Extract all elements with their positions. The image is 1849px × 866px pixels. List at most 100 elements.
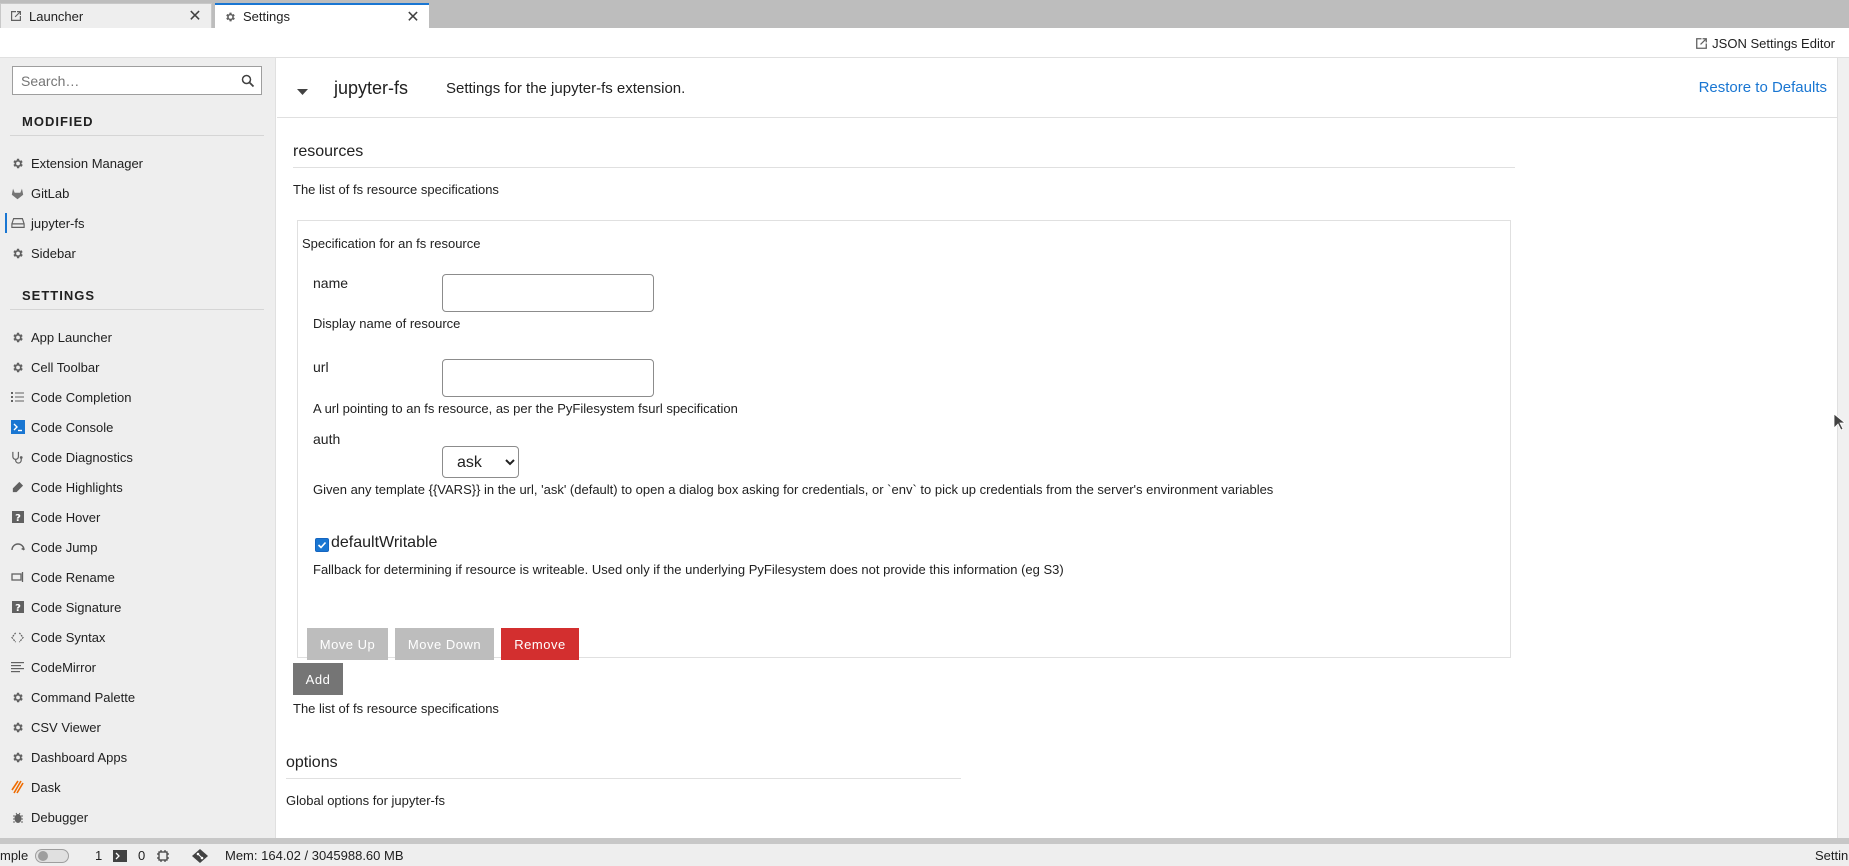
question-icon: ? (10, 510, 25, 525)
add-button[interactable]: Add (293, 663, 343, 695)
field-title-resources: resources (293, 143, 364, 160)
close-icon[interactable]: ✕ (187, 8, 203, 25)
move-down-button[interactable]: Move Down (395, 628, 494, 660)
sidebar-item-label: Code Highlights (31, 479, 123, 495)
sidebar-item-code-diagnostics[interactable]: Code Diagnostics (0, 443, 275, 471)
mouse-cursor-icon (1833, 413, 1847, 434)
tab-settings[interactable]: Settings ✕ (215, 3, 429, 28)
field-description: The list of fs resource specifications (293, 182, 499, 197)
sidebar-item-dask[interactable]: Dask (0, 773, 275, 801)
sidebar-item-code-jump[interactable]: Code Jump (0, 533, 275, 561)
plugin-header: jupyter-fs Settings for the jupyter-fs e… (277, 58, 1837, 118)
gear-icon (10, 690, 25, 705)
sidebar-item-label: CSV Viewer (31, 719, 101, 735)
section-heading-modified: MODIFIED (22, 114, 94, 129)
memory-usage: Mem: 164.02 / 3045988.60 MB (225, 848, 404, 863)
search-input[interactable] (13, 67, 233, 94)
sidebar-item-codemirror[interactable]: CodeMirror (0, 653, 275, 681)
sidebar-item-code-hover[interactable]: ? Code Hover (0, 503, 275, 531)
sidebar-item-csv-viewer[interactable]: CSV Viewer (0, 713, 275, 741)
gear-icon (10, 156, 25, 171)
simple-mode-toggle[interactable] (35, 849, 69, 863)
vertical-scrollbar[interactable] (1837, 58, 1849, 838)
question-icon: ? (10, 600, 25, 615)
default-writable-checkbox[interactable] (315, 537, 329, 552)
json-settings-editor-button[interactable]: JSON Settings Editor (1695, 33, 1835, 53)
caret-down-icon[interactable] (297, 84, 308, 99)
sidebar-item-code-signature[interactable]: ? Code Signature (0, 593, 275, 621)
sidebar-item-dashboard-apps[interactable]: Dashboard Apps (0, 743, 275, 771)
sidebar-item-sidebar[interactable]: Sidebar (0, 239, 275, 267)
sidebar-item-command-palette[interactable]: Command Palette (0, 683, 275, 711)
mode-label: mple (0, 848, 29, 863)
divider (10, 309, 264, 310)
default-writable-row: defaultWritable (315, 534, 437, 552)
auth-select[interactable]: ask (442, 446, 519, 478)
url-label: url (313, 359, 329, 375)
git-icon[interactable] (192, 849, 208, 866)
sidebar-item-code-rename[interactable]: Code Rename (0, 563, 275, 591)
sidebar-item-extension-manager[interactable]: Extension Manager (0, 149, 275, 177)
sidebar-item-code-syntax[interactable]: Code Syntax (0, 623, 275, 651)
kernel-icon (156, 849, 170, 866)
sidebar-item-label: jupyter-fs (31, 215, 85, 231)
field-footer-description: The list of fs resource specifications (293, 701, 499, 716)
launcher-icon (9, 9, 23, 23)
item-description: Specification for an fs resource (302, 236, 481, 251)
sidebar-item-label: Sidebar (31, 245, 76, 261)
sidebar-item-label: Code Rename (31, 569, 115, 585)
gear-icon (10, 360, 25, 375)
sidebar-item-code-completion[interactable]: Code Completion (0, 383, 275, 411)
kernels-count[interactable]: 0 (138, 848, 145, 863)
gitlab-icon (10, 186, 25, 201)
search-box (12, 66, 262, 95)
auth-description: Given any template {{VARS}} in the url, … (313, 482, 1274, 497)
close-icon[interactable]: ✕ (405, 9, 421, 26)
sidebar-item-label: Extension Manager (31, 155, 144, 171)
gear-icon (223, 10, 237, 24)
jump-icon (10, 540, 25, 555)
sidebar-item-label: Code Jump (31, 539, 98, 555)
list-icon (10, 390, 25, 405)
syntax-icon (10, 630, 25, 645)
sidebar-item-label: Debugger (31, 809, 89, 825)
default-writable-label: defaultWritable (331, 534, 438, 551)
url-input[interactable] (442, 359, 654, 397)
gear-icon (10, 750, 25, 765)
name-input[interactable] (442, 274, 654, 312)
gear-icon (10, 246, 25, 261)
check-icon (317, 541, 327, 549)
name-label: name (313, 275, 349, 291)
options-description: Global options for jupyter-fs (286, 793, 445, 808)
json-settings-editor-label: JSON Settings Editor (1712, 35, 1835, 51)
plugin-description: Settings for the jupyter-fs extension. (446, 80, 686, 97)
sidebar-item-label: Code Signature (31, 599, 122, 615)
sidebar-item-jupyter-fs[interactable]: jupyter-fs (0, 209, 275, 237)
sidebar-item-label: Dask (31, 779, 61, 795)
bug-icon (10, 810, 25, 825)
restore-defaults-button[interactable]: Restore to Defaults (1699, 79, 1827, 96)
tab-launcher[interactable]: Launcher ✕ (0, 3, 212, 28)
status-right-label: Settin (1815, 848, 1849, 863)
terminals-count[interactable]: 1 (95, 848, 102, 863)
sidebar-item-label: App Launcher (31, 329, 112, 345)
sidebar-item-gitlab[interactable]: GitLab (0, 179, 275, 207)
sidebar-item-debugger[interactable]: Debugger (0, 803, 275, 831)
sidebar-item-app-launcher[interactable]: App Launcher (0, 323, 275, 351)
svg-text:?: ? (15, 513, 21, 523)
remove-button[interactable]: Remove (501, 628, 579, 660)
sidebar-item-code-highlights[interactable]: Code Highlights (0, 473, 275, 501)
sidebar-item-label: CodeMirror (31, 659, 97, 675)
rename-icon (10, 570, 25, 585)
move-up-button[interactable]: Move Up (307, 628, 388, 660)
sidebar-item-label: GitLab (31, 185, 70, 201)
sidebar-item-code-console[interactable]: Code Console (0, 413, 275, 441)
plugin-name: jupyter-fs (334, 78, 409, 98)
auth-label: auth (313, 431, 341, 447)
settings-toolbar: JSON Settings Editor (0, 28, 1849, 58)
svg-text:?: ? (15, 603, 21, 613)
section-heading-settings: SETTINGS (22, 288, 96, 303)
url-description: A url pointing to an fs resource, as per… (313, 401, 738, 416)
status-bar: mple 1 0 Mem: 164.02 / 3045988.60 MB Set… (0, 844, 1849, 866)
sidebar-item-cell-toolbar[interactable]: Cell Toolbar (0, 353, 275, 381)
